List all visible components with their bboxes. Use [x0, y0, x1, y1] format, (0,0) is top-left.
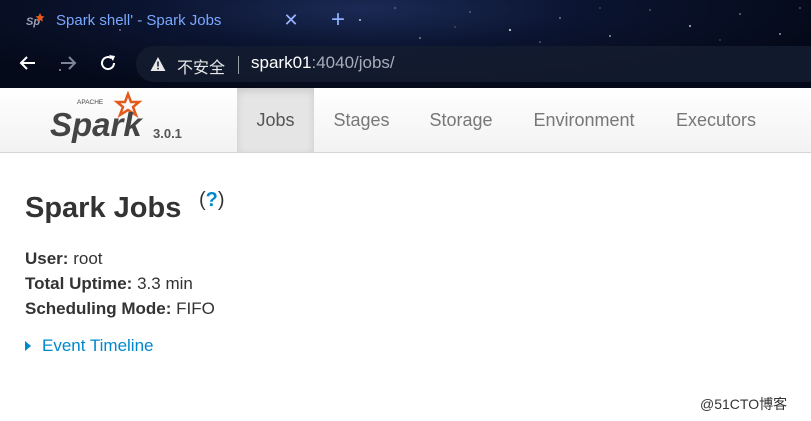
spark-logo[interactable]: APACHE Spark [50, 91, 150, 147]
browser-tab[interactable]: Sp Spark shell' - Spark Jobs ✕ [0, 0, 310, 42]
tab-environment[interactable]: Environment [513, 88, 655, 152]
scheduling-mode-label: Scheduling Mode: [25, 299, 172, 318]
watermark: @51CTO博客 [700, 396, 788, 412]
url-path: :4040/jobs/ [311, 53, 395, 72]
event-timeline-toggle[interactable]: Event Timeline [25, 336, 154, 356]
reload-button[interactable] [97, 52, 119, 74]
event-timeline-label: Event Timeline [42, 336, 154, 355]
arrow-right-icon [61, 56, 77, 70]
forward-button[interactable] [57, 52, 79, 74]
spark-version: 3.0.1 [153, 126, 182, 141]
tab-storage[interactable]: Storage [409, 88, 513, 152]
user-info: User: root [25, 249, 103, 269]
scheduling-mode-value: FIFO [176, 299, 215, 318]
back-button[interactable] [17, 52, 39, 74]
tab-title: Spark shell' - Spark Jobs [56, 12, 222, 29]
logo-spark-word: Spark [50, 106, 143, 143]
help-close-paren: ) [217, 189, 225, 211]
caret-right-icon [25, 341, 31, 351]
scheduling-mode-info: Scheduling Mode: FIFO [25, 299, 215, 319]
spark-favicon-icon: Sp [26, 13, 45, 28]
new-tab-button[interactable]: + [327, 7, 349, 33]
reload-icon [101, 55, 116, 71]
tab-executors[interactable]: Executors [655, 88, 777, 152]
arrow-left-icon [19, 56, 35, 70]
help-question-icon[interactable]: ? [206, 189, 218, 211]
browser-chrome: Sp Spark shell' - Spark Jobs ✕ + 不安全 spa… [0, 0, 811, 88]
help-tooltip[interactable]: (?) [199, 189, 225, 212]
tab-jobs[interactable]: Jobs [237, 88, 314, 152]
user-label: User: [25, 249, 69, 268]
url-text[interactable]: spark01:4040/jobs/ [251, 53, 395, 73]
uptime-info: Total Uptime: 3.3 min [25, 274, 193, 294]
page-title: Spark Jobs [25, 192, 182, 224]
tab-stages[interactable]: Stages [314, 88, 409, 152]
uptime-value: 3.3 min [137, 274, 193, 293]
tab-close-icon[interactable]: ✕ [283, 10, 299, 30]
logo-apache-text: APACHE [77, 99, 104, 106]
help-open-paren: ( [199, 189, 206, 211]
url-host: spark01 [251, 53, 312, 72]
user-value: root [73, 249, 103, 268]
uptime-label: Total Uptime: [25, 274, 133, 293]
address-separator [238, 56, 239, 74]
spark-navbar: APACHE Spark 3.0.1 Jobs Stages Storage E… [0, 88, 811, 153]
warning-icon [150, 57, 166, 71]
security-status-label[interactable]: 不安全 [177, 54, 225, 78]
